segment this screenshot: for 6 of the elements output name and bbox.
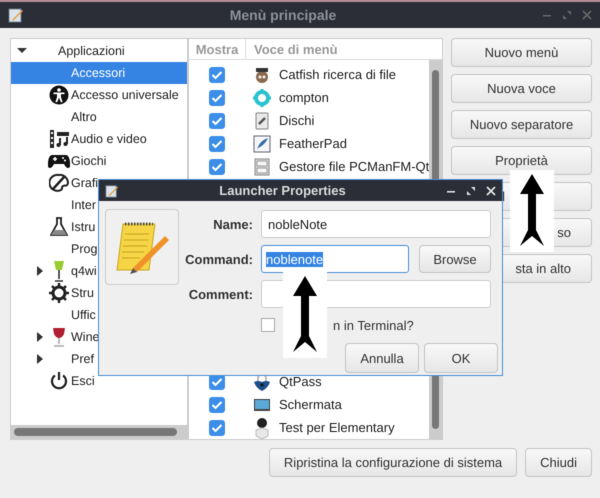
window-title: Menù principale xyxy=(228,7,338,23)
checkbox-label: n in Terminal? xyxy=(333,318,414,332)
field-label: Comment: xyxy=(188,286,253,302)
field-label: Command: xyxy=(184,252,253,266)
field-label: Name: xyxy=(212,216,253,232)
dialog-title: Launcher Properties xyxy=(218,183,347,198)
